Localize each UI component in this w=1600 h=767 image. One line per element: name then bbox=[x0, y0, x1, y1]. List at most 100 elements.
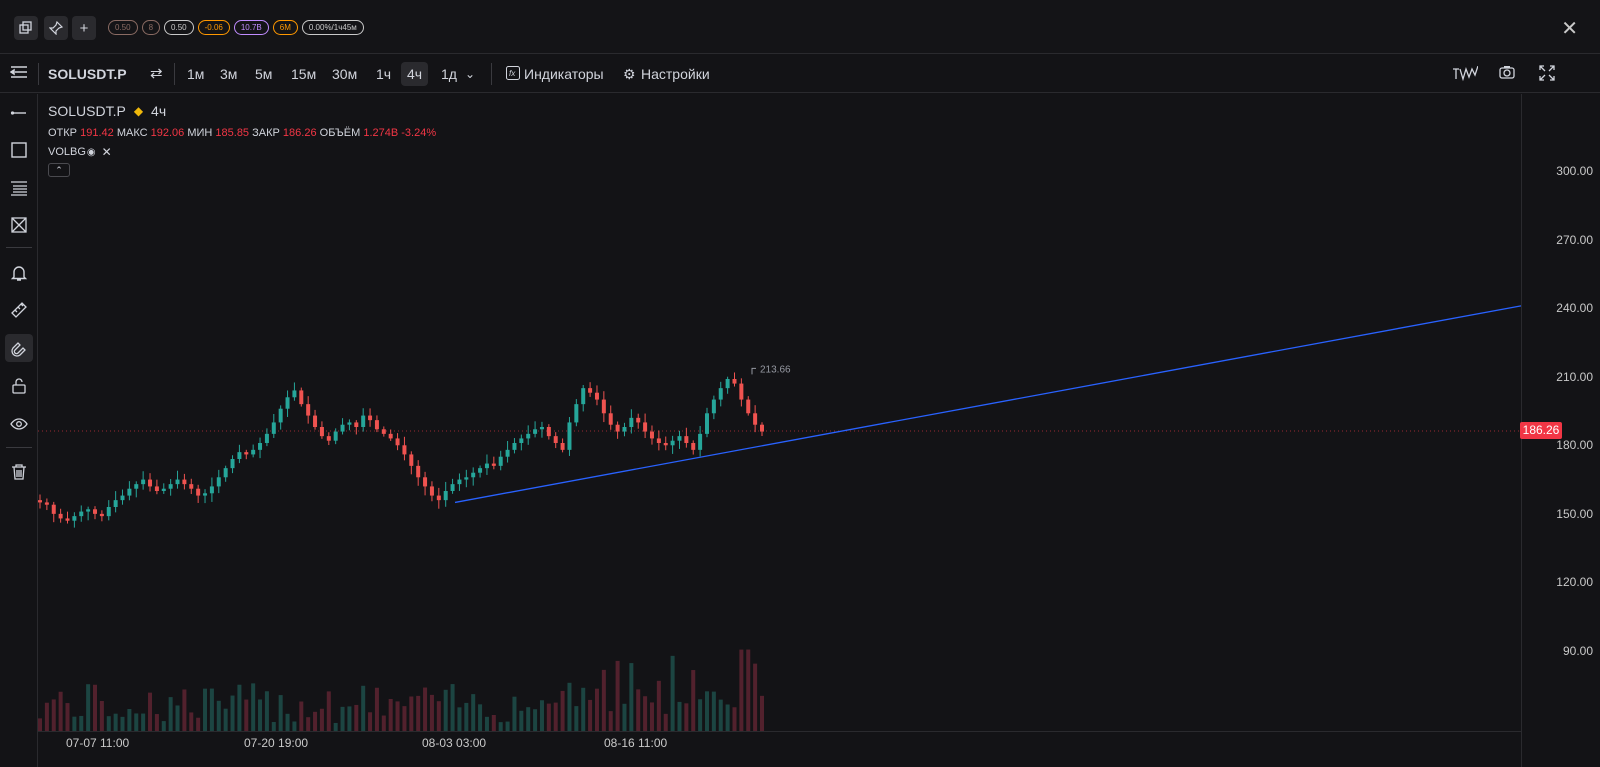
timeframe-button[interactable]: 1д bbox=[441, 55, 457, 93]
candle bbox=[471, 472, 476, 478]
price-tick-label: 150.00 bbox=[1556, 506, 1593, 521]
settings-button[interactable]: Настройки bbox=[641, 55, 710, 93]
price-chart[interactable]: 213.66 bbox=[38, 94, 1560, 767]
timeframe-button[interactable]: 1ч bbox=[376, 55, 391, 93]
trash-icon[interactable] bbox=[5, 458, 33, 486]
collapse-legend-button[interactable]: ⌃ bbox=[48, 163, 70, 177]
volume-bar bbox=[368, 712, 373, 731]
volume-bar bbox=[491, 714, 496, 731]
candle bbox=[636, 417, 641, 423]
price-tick-label: 180.00 bbox=[1556, 438, 1593, 453]
add-tab-button[interactable]: + bbox=[72, 16, 96, 40]
candle bbox=[203, 493, 208, 496]
candle bbox=[484, 463, 489, 469]
candle bbox=[154, 486, 159, 491]
rectangle-tool-icon[interactable] bbox=[5, 136, 33, 164]
candle bbox=[292, 390, 297, 398]
timeframe-button[interactable]: 30м bbox=[332, 55, 357, 93]
eye-icon[interactable] bbox=[5, 410, 33, 438]
close-icon[interactable]: ✕ bbox=[102, 145, 112, 159]
gear-icon[interactable]: ⚙ bbox=[623, 55, 636, 93]
volume-bar bbox=[478, 704, 483, 731]
volume-bar bbox=[141, 713, 146, 731]
volume-bar bbox=[718, 699, 723, 731]
volume-bar bbox=[237, 684, 242, 731]
candle bbox=[649, 431, 654, 439]
lock-icon[interactable] bbox=[5, 372, 33, 400]
symbol-search-button[interactable]: SOLUSDT.P bbox=[48, 55, 127, 93]
timeframe-button[interactable]: 4ч bbox=[401, 62, 429, 86]
indicators-button[interactable]: Индикаторы bbox=[524, 55, 604, 93]
timeframe-button[interactable]: 3м bbox=[220, 55, 237, 93]
price-tick-label: 210.00 bbox=[1556, 369, 1593, 384]
high-marker-label: 213.66 bbox=[760, 364, 791, 375]
volume-bar bbox=[154, 714, 159, 731]
candle bbox=[615, 424, 620, 432]
volume-bar bbox=[127, 708, 132, 731]
line-tool-icon[interactable] bbox=[5, 99, 33, 127]
time-axis[interactable]: 07-07 11:00 07-20 19:00 08-03 03:00 08-16 1… bbox=[38, 731, 1521, 767]
volume-bar bbox=[588, 699, 593, 731]
chart-legend: SOLUSDT.P ◆ 4ч ОТКР 191.42 МАКС 192.06 М… bbox=[48, 103, 436, 177]
ruler-icon[interactable] bbox=[5, 296, 33, 324]
market-stats-badges: 0.50 8 0.50 -0.06 10.7B 6M 0.00%/1ч45м bbox=[108, 20, 364, 35]
candle bbox=[374, 420, 379, 430]
candle bbox=[189, 484, 194, 489]
candle bbox=[684, 436, 689, 443]
fullscreen-icon[interactable] bbox=[1539, 65, 1555, 83]
candle bbox=[732, 379, 737, 384]
candle bbox=[753, 413, 758, 425]
candle bbox=[594, 392, 599, 400]
candle bbox=[168, 484, 173, 489]
pin-icon[interactable] bbox=[44, 16, 68, 40]
indicators-icon[interactable]: fx bbox=[506, 66, 520, 82]
volume-bar bbox=[230, 695, 235, 731]
volume-bar bbox=[663, 713, 668, 731]
magnet-icon[interactable] bbox=[5, 334, 33, 362]
candle bbox=[409, 454, 414, 466]
candle bbox=[560, 443, 565, 450]
candle bbox=[127, 488, 132, 496]
candle bbox=[175, 479, 180, 485]
volume-bar bbox=[244, 699, 249, 731]
volume-bar bbox=[347, 706, 352, 731]
candle bbox=[354, 422, 359, 427]
volume-bar bbox=[546, 703, 551, 731]
volume-bar bbox=[58, 691, 63, 731]
compare-icon[interactable]: ⇄ bbox=[150, 55, 163, 93]
candle bbox=[608, 413, 613, 425]
candle bbox=[196, 488, 201, 496]
menu-icon[interactable] bbox=[9, 64, 28, 84]
volume-bar bbox=[484, 716, 489, 731]
volume-bar bbox=[72, 716, 77, 731]
candle bbox=[44, 502, 49, 505]
candle bbox=[443, 491, 448, 501]
candle bbox=[423, 477, 428, 487]
close-icon[interactable]: ✕ bbox=[1561, 16, 1578, 41]
candle bbox=[113, 500, 118, 507]
pattern-tool-icon[interactable] bbox=[5, 211, 33, 239]
volume-bar bbox=[423, 687, 428, 731]
timeframe-button[interactable]: 5м bbox=[255, 55, 272, 93]
fib-tool-icon[interactable] bbox=[5, 174, 33, 202]
volume-bar bbox=[299, 701, 304, 731]
camera-icon[interactable] bbox=[1499, 65, 1515, 83]
timeframe-button[interactable]: 15м bbox=[291, 55, 316, 93]
copy-layout-icon[interactable] bbox=[14, 16, 38, 40]
candle bbox=[718, 388, 723, 400]
chevron-down-icon[interactable]: ⌄ bbox=[465, 55, 475, 93]
volume-bar bbox=[182, 689, 187, 731]
volume-bar bbox=[622, 703, 627, 731]
eye-icon[interactable]: ◉ bbox=[87, 147, 96, 158]
candle bbox=[148, 479, 153, 487]
bell-icon[interactable] bbox=[5, 259, 33, 287]
volume-bar bbox=[333, 722, 338, 731]
volume-bar bbox=[436, 701, 441, 731]
volume-bar bbox=[539, 700, 544, 731]
volume-bar bbox=[381, 715, 386, 731]
tradingview-logo-icon bbox=[1452, 65, 1479, 84]
volume-bar bbox=[574, 706, 579, 731]
timeframe-button[interactable]: 1м bbox=[187, 55, 204, 93]
volume-bar bbox=[698, 699, 703, 731]
candle bbox=[677, 436, 682, 441]
